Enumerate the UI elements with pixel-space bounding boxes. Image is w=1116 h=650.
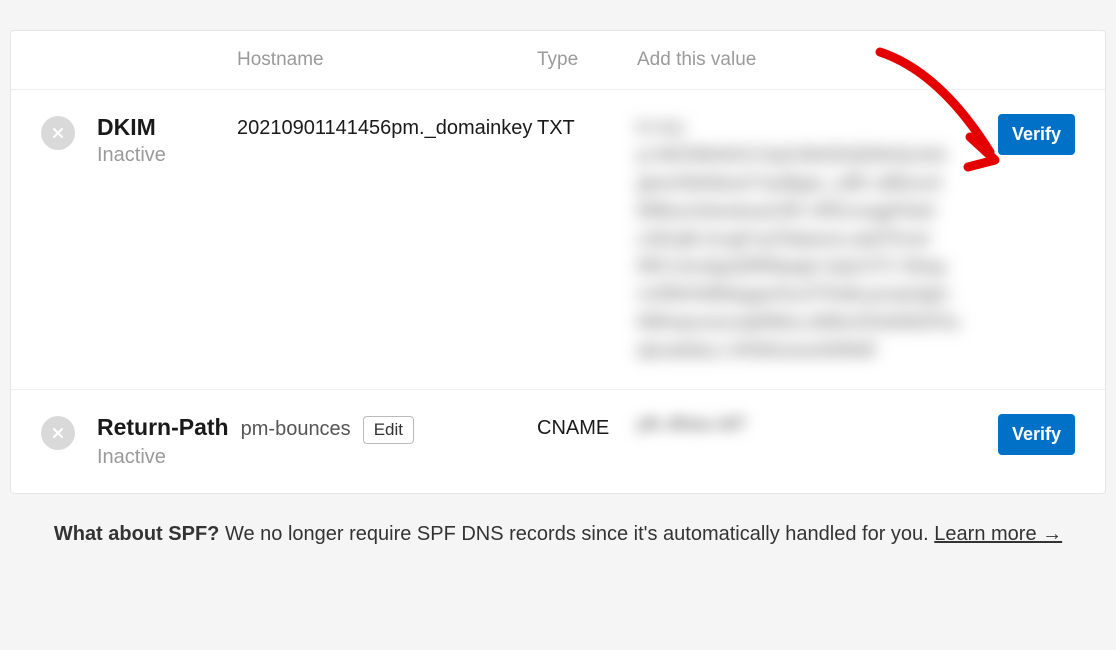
verify-button[interactable]: Verify — [998, 114, 1075, 155]
redacted-value: pfk dflska ldf7 — [637, 414, 747, 435]
close-icon — [41, 416, 75, 450]
record-name: DKIM — [97, 114, 237, 142]
verify-button[interactable]: Verify — [998, 414, 1075, 455]
hostname-value: pm-bounces — [241, 418, 351, 441]
footer-text: We no longer require SPF DNS records sin… — [219, 523, 934, 545]
header-type: Type — [537, 49, 637, 71]
hostname-value: 20210901141456pm._domainkey — [237, 114, 537, 142]
dns-records-table: Hostname Type Add this value DKIM Inacti… — [10, 30, 1106, 494]
type-value: TXT — [537, 114, 637, 142]
type-value: CNAME — [537, 414, 637, 442]
status-badge: Inactive — [97, 446, 537, 469]
record-name: Return-Path — [97, 414, 229, 442]
edit-button[interactable]: Edit — [363, 416, 414, 444]
table-row: Return-Path pm-bounces Edit Inactive CNA… — [11, 390, 1105, 493]
header-hostname: Hostname — [237, 49, 537, 71]
close-icon — [41, 116, 75, 150]
footer-bold: What about SPF? — [54, 523, 220, 545]
header-value: Add this value — [637, 49, 985, 71]
learn-more-link[interactable]: Learn more → — [934, 523, 1062, 545]
footer-note: What about SPF? We no longer require SPF… — [0, 494, 1116, 560]
redacted-value: k=rsa; p=MIGfMA0GCSqGSlb3DQEBAQUAA gkeeS… — [637, 114, 965, 365]
table-row: DKIM Inactive 20210901141456pm._domainke… — [11, 90, 1105, 390]
table-header-row: Hostname Type Add this value — [11, 31, 1105, 90]
status-badge: Inactive — [97, 144, 237, 167]
